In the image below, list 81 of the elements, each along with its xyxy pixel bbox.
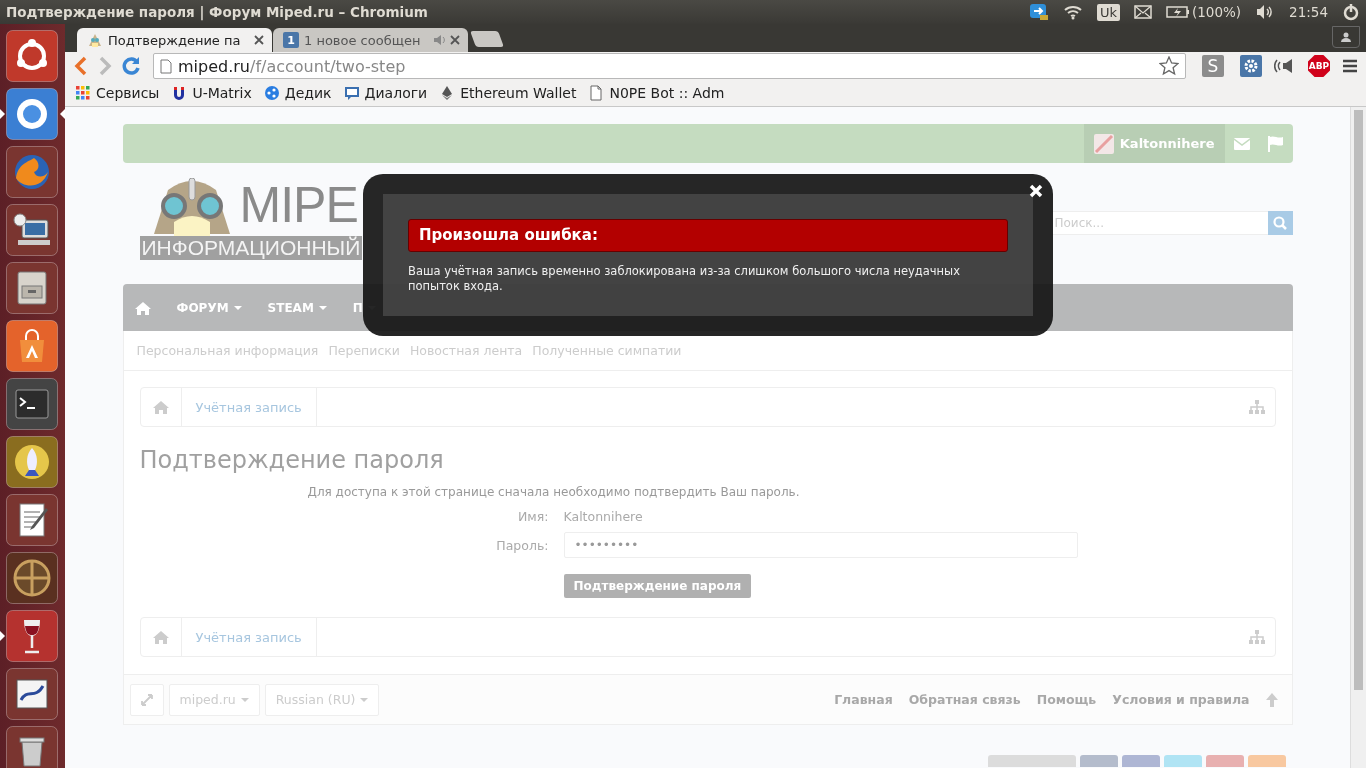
- browser-tab[interactable]: Подтверждение па: [77, 28, 272, 52]
- profile-button[interactable]: [1332, 26, 1360, 48]
- bookmark[interactable]: Ethereum Wallet: [439, 85, 577, 101]
- globe-icon: [6, 146, 58, 198]
- mail-icon[interactable]: [1133, 5, 1152, 19]
- address-bar[interactable]: miped.ru/f/account/two-step: [153, 53, 1186, 79]
- field-value: Kaltonnihere: [563, 509, 644, 524]
- chat-icon: [343, 85, 360, 101]
- footer-link[interactable]: Главная: [834, 692, 893, 707]
- terminal-icon: [6, 378, 58, 430]
- trash-icon: [6, 726, 58, 768]
- wifi-icon[interactable]: [1062, 4, 1083, 20]
- new-tab-button[interactable]: [470, 31, 504, 47]
- extension-button[interactable]: S: [1202, 55, 1224, 77]
- page-icon: [588, 85, 605, 101]
- bookmark[interactable]: N0PE Bot :: Adm: [588, 85, 725, 101]
- expand-icon: [140, 693, 153, 706]
- field-label: Пароль:: [495, 537, 549, 553]
- page-icon: [160, 58, 172, 74]
- tab-favicon: 1: [283, 32, 299, 48]
- page-heading: Подтверждение пароля: [139, 445, 445, 475]
- caret-icon: [233, 305, 242, 310]
- clock[interactable]: 21:54: [1289, 4, 1328, 20]
- rocket-icon: [6, 436, 58, 488]
- cabinet-icon: [6, 262, 58, 314]
- footer-link[interactable]: Помощь: [1036, 692, 1097, 707]
- breadcrumb-link[interactable]: Учётная запись: [181, 618, 317, 656]
- window-title: Подтверждение пароля | Форум Miped.ru – Chromium: [6, 4, 428, 20]
- computer-icon: [6, 204, 58, 256]
- notepad-icon: [6, 494, 58, 546]
- confirm-password-button[interactable]: Подтверждение пароля: [563, 574, 752, 598]
- bookmark[interactable]: Дедик: [263, 85, 332, 101]
- nav-link[interactable]: ФОРУМ: [176, 300, 242, 315]
- star-icon[interactable]: [1159, 56, 1179, 76]
- user-menu[interactable]: Kaltonnihere: [1083, 124, 1225, 163]
- shopping-bag-icon: [6, 320, 58, 372]
- bookmark[interactable]: Сервисы: [75, 85, 160, 101]
- close-icon[interactable]: [254, 35, 264, 45]
- back-icon[interactable]: [73, 56, 89, 76]
- mascot-favicon-icon: [87, 32, 103, 48]
- image-icon: [6, 668, 58, 720]
- site-logo[interactable]: MIPE ИНФОРМАЦИОННЫЙ: [139, 178, 362, 263]
- remote-control-icon[interactable]: [1028, 3, 1049, 21]
- intro-text: Для доступа к этой странице сначала необходимо подтвердить Ваш пароль.: [307, 484, 801, 501]
- error-message: Ваша учётная запись временно заблокирована из-за слишком большого числа неудачных попыток входа.: [408, 264, 961, 294]
- dots-circle-icon: [263, 85, 280, 101]
- nav-link[interactable]: STEAM: [267, 300, 327, 315]
- gear-icon: [1243, 58, 1259, 74]
- browser-tab[interactable]: 1 1 новое сообщен: [273, 28, 468, 52]
- avatar-icon: [1093, 133, 1114, 154]
- bookmark[interactable]: Диалоги: [343, 85, 428, 101]
- extension-button[interactable]: [1240, 55, 1262, 77]
- reload-icon[interactable]: [121, 56, 141, 76]
- breadcrumb-link[interactable]: Учётная запись: [181, 388, 317, 426]
- field-label: Имя:: [517, 509, 549, 524]
- person-icon: [1340, 32, 1352, 42]
- scrollbar-thumb[interactable]: [1354, 110, 1363, 690]
- crosshair-icon: [6, 552, 58, 604]
- footer-link[interactable]: Условия и правила: [1112, 692, 1250, 707]
- ring-icon: [6, 88, 58, 140]
- bookmark[interactable]: U-Matrix: [171, 85, 252, 101]
- logo-title: MIPE: [239, 178, 358, 235]
- circle-logo-icon: [6, 30, 58, 82]
- extension-button[interactable]: ABP: [1308, 55, 1330, 77]
- password-field[interactable]: •••••••••: [563, 532, 1078, 558]
- logo-subtitle: ИНФОРМАЦИОННЫЙ: [139, 236, 362, 260]
- caret-icon: [360, 697, 369, 702]
- caret-icon: [240, 697, 249, 702]
- menu-icon[interactable]: [1342, 58, 1358, 74]
- battery-icon[interactable]: [1165, 6, 1190, 18]
- caret-icon: [318, 305, 327, 310]
- battery-percentage: (100%): [1191, 4, 1242, 20]
- error-title: Произошла ошибка:: [408, 219, 1008, 252]
- power-icon[interactable]: [1342, 3, 1360, 21]
- footer-link[interactable]: Обратная связь: [908, 692, 1021, 707]
- search-icon: [1273, 216, 1287, 230]
- launcher-item[interactable]: [0, 88, 65, 140]
- wine-glass-icon: [6, 610, 58, 662]
- apps-grid-icon: [75, 85, 91, 101]
- scrollbar[interactable]: [1350, 107, 1366, 768]
- keyboard-layout-indicator[interactable]: Uk: [1096, 3, 1120, 21]
